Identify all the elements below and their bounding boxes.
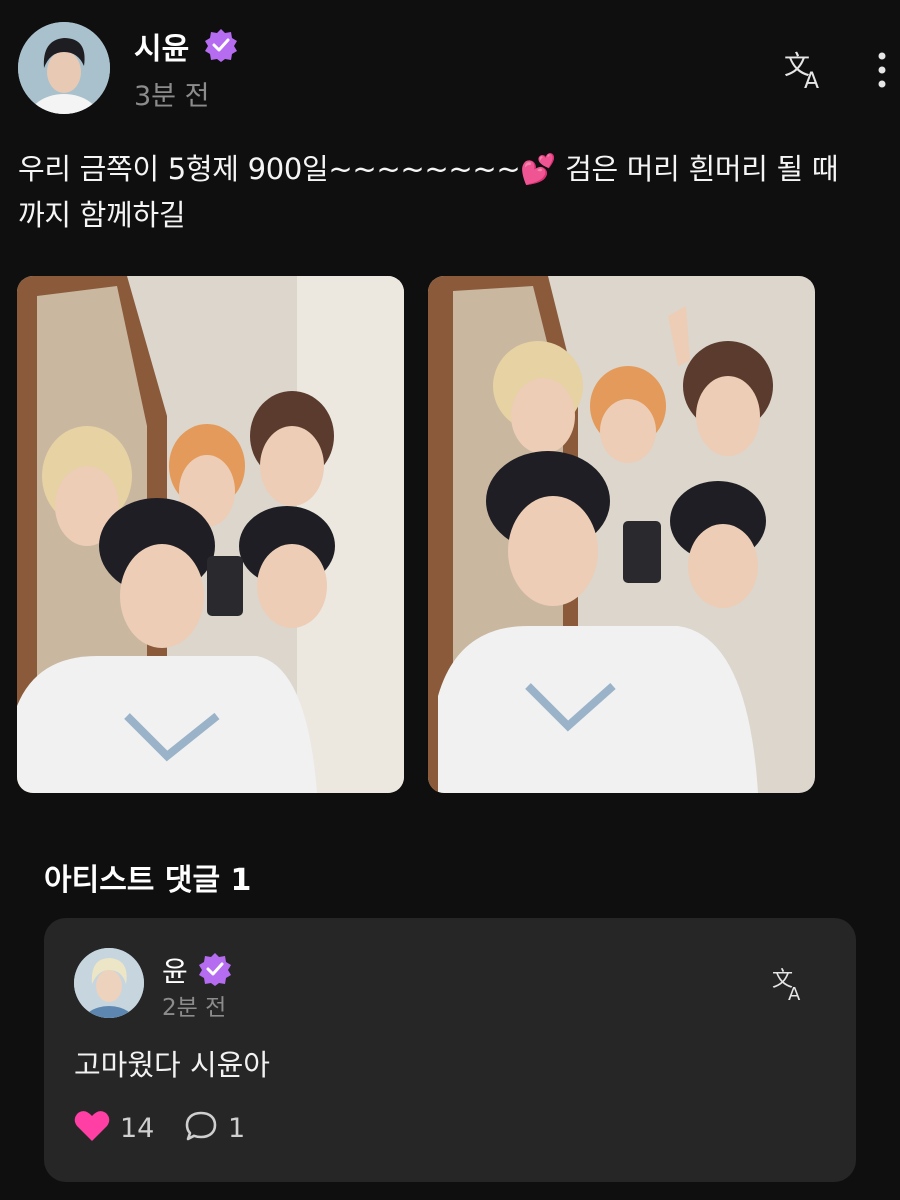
author-name[interactable]: 시윤 xyxy=(134,24,189,68)
reply-count: 1 xyxy=(228,1112,246,1144)
comment-bubble-icon xyxy=(184,1110,218,1146)
svg-text:A: A xyxy=(788,984,801,1004)
post-timestamp: 3분 전 xyxy=(134,81,210,112)
post-photo-1[interactable] xyxy=(17,276,404,793)
verified-badge-icon xyxy=(198,952,232,986)
verified-badge-icon xyxy=(204,28,238,62)
comment-body-text: 고마웠다 시윤아 xyxy=(74,1048,270,1082)
heart-icon xyxy=(74,1110,110,1146)
author-avatar[interactable] xyxy=(18,22,110,114)
translate-icon[interactable]: 文 A xyxy=(782,46,830,94)
commenter-name[interactable]: 윤 xyxy=(162,950,188,990)
post-photo-2[interactable] xyxy=(428,276,815,793)
translate-icon[interactable]: 文 A xyxy=(770,964,810,1005)
like-count: 14 xyxy=(120,1112,155,1144)
like-button[interactable]: 14 xyxy=(74,1110,154,1146)
artist-comments-heading: 아티스트 댓글 1 xyxy=(44,863,252,898)
comment-timestamp: 2분 전 xyxy=(162,995,227,1021)
comment-card[interactable]: 윤 2분 전 文 A 고마웠다 시윤아 14 1 xyxy=(44,918,856,1182)
svg-text:A: A xyxy=(804,69,819,94)
more-vertical-icon[interactable] xyxy=(868,48,896,92)
reply-button[interactable]: 1 xyxy=(184,1110,245,1146)
post-body-text: 우리 금쪽이 5형제 900일~~~~~~~~💕 검은 머리 흰머리 될 때 까… xyxy=(18,152,839,232)
commenter-avatar[interactable] xyxy=(74,948,144,1018)
